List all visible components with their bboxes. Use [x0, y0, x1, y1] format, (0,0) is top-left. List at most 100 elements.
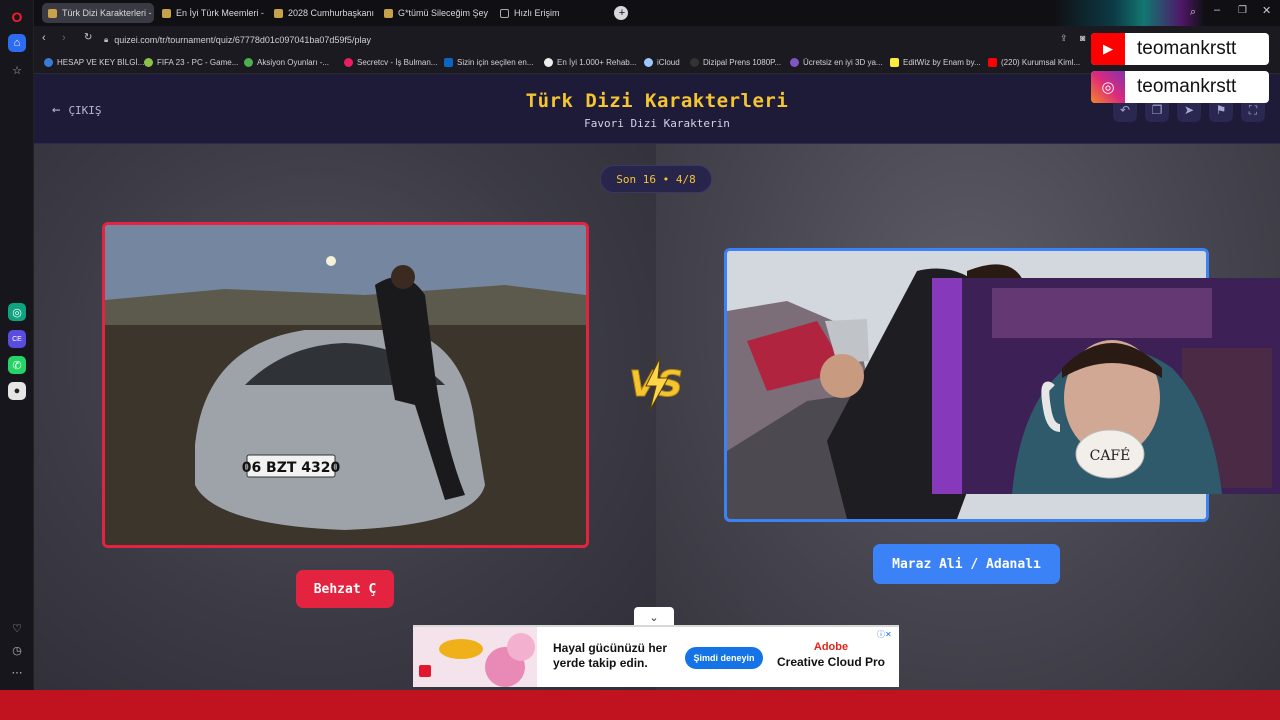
- bookmark-icon: [344, 58, 353, 67]
- bookmark-label: En İyi 1.000+ Rehab...: [557, 58, 637, 67]
- bookmark-icon: [890, 58, 899, 67]
- left-choice-card[interactable]: 06 BZT 4320: [102, 222, 589, 548]
- bookmark-icon: [544, 58, 553, 67]
- ad-headline: Hayal gücünüzü her yerde takip edin.: [553, 641, 668, 670]
- bookmark-icon: [144, 58, 153, 67]
- bookmark-icon: [44, 58, 53, 67]
- tab-label: Hızlı Erişim: [514, 8, 560, 18]
- youtube-handle: teomankrstt: [1137, 38, 1237, 59]
- reload-icon[interactable]: ↻: [84, 32, 92, 43]
- bookmark-icon: [690, 58, 699, 67]
- chatgpt-icon[interactable]: ◎: [8, 303, 26, 321]
- tab-favicon-icon: [162, 8, 171, 18]
- linkedin-icon: [444, 58, 453, 67]
- bookmark-icon: [790, 58, 799, 67]
- streamer-webcam: CAFÉ: [932, 278, 1280, 494]
- browser-sidebar: O ⌂ ☆ ◎ CE ✆ ● ♡ ◷ ⋯: [0, 0, 34, 690]
- theme-wave-decoration: [1054, 0, 1204, 26]
- bookmark-item[interactable]: Sizin için seçilen en...: [444, 58, 533, 67]
- bookmark-label: Secretcv - İş Bulman...: [357, 58, 438, 67]
- ad-banner[interactable]: Hayal gücünüzü her yerde takip edin. Şim…: [413, 625, 899, 687]
- tab-label: 2028 Cumhurbaşkanı Seç: [288, 8, 376, 18]
- webcam-overlay: CAFÉ: [932, 278, 1280, 494]
- tab-strip: Türk Dizi Karakterleri - Tier En İyi Tür…: [34, 0, 1280, 26]
- instagram-badge: ◎ teomankrstt: [1091, 71, 1269, 103]
- round-indicator: Son 16 • 4/8: [600, 165, 712, 193]
- youtube-badge: ▶ teomankrstt: [1091, 33, 1269, 65]
- bookmark-label: (220) Kurumsal Kiml...: [1001, 58, 1081, 67]
- close-icon[interactable]: ✕: [1262, 4, 1271, 17]
- bookmark-label: HESAP VE KEY BİLGİ...: [57, 58, 145, 67]
- mug-text: CAFÉ: [1090, 446, 1131, 464]
- camera-icon[interactable]: ◙: [1080, 33, 1085, 43]
- tab[interactable]: En İyi Türk Meemleri - Tier: [156, 3, 266, 23]
- bookmark-label: Sizin için seçilen en...: [457, 58, 534, 67]
- more-icon[interactable]: ⋯: [8, 663, 26, 681]
- minimize-icon[interactable]: –: [1214, 4, 1220, 16]
- tab-speed-dial[interactable]: Hızlı Erişim: [494, 3, 574, 23]
- stream-bottom-bar: [0, 690, 1280, 720]
- tab[interactable]: G*tümü Sileceğim Şeyler: [378, 3, 488, 23]
- search-icon[interactable]: ⌕: [1190, 6, 1196, 19]
- cloud-icon: [644, 58, 653, 67]
- license-plate: 06 BZT 4320: [242, 460, 341, 476]
- bookmark-item[interactable]: iCloud: [644, 58, 680, 67]
- ad-cta-button[interactable]: Şimdi deneyin: [685, 647, 763, 669]
- choose-maraz-ali-button[interactable]: Maraz Ali / Adanalı: [873, 544, 1060, 584]
- back-icon[interactable]: ‹: [42, 32, 46, 44]
- ad-product: Creative Cloud Pro: [776, 655, 886, 669]
- bookmark-label: Ücretsiz en iyi 3D ya...: [803, 58, 883, 67]
- music-icon[interactable]: ●: [8, 382, 26, 400]
- ad-info-icon[interactable]: ⓘ✕: [877, 629, 892, 640]
- tab-active[interactable]: Türk Dizi Karakterleri - Tier: [42, 3, 154, 23]
- tab[interactable]: 2028 Cumhurbaşkanı Seç: [268, 3, 376, 23]
- bookmark-item[interactable]: En İyi 1.000+ Rehab...: [544, 58, 636, 67]
- ad-image: [413, 627, 537, 687]
- instagram-icon: ◎: [1091, 71, 1125, 103]
- share-icon[interactable]: ⇪: [1060, 33, 1068, 44]
- tab-label: G*tümü Sileceğim Şeyler: [398, 8, 488, 18]
- forward-icon[interactable]: ›: [62, 32, 66, 44]
- choose-behzat-button[interactable]: Behzat Ç: [296, 570, 394, 608]
- bookmark-item[interactable]: EditWiz by Enam by...: [890, 58, 981, 67]
- new-tab-button[interactable]: +: [614, 6, 628, 20]
- tab-favicon-icon: [48, 8, 57, 18]
- opera-logo-icon[interactable]: O: [8, 8, 26, 26]
- whatsapp-icon[interactable]: ✆: [8, 356, 26, 374]
- restore-icon[interactable]: ❐: [1238, 5, 1247, 16]
- bookmark-label: FIFA 23 - PC - Game...: [157, 58, 239, 67]
- tab-favicon-icon: [274, 8, 283, 18]
- tab-label: Türk Dizi Karakterleri - Tier: [62, 8, 154, 18]
- grid-icon: [500, 8, 509, 18]
- url-text: quizei.com/tr/tournament/quiz/67778d01c0…: [114, 35, 371, 45]
- bookmark-item[interactable]: Aksiyon Oyunları -...: [244, 58, 329, 67]
- vs-badge: VS: [629, 357, 683, 411]
- bookmark-item[interactable]: Dizipal Prens 1080P...: [690, 58, 781, 67]
- adobe-logo: Adobe: [813, 641, 849, 653]
- bookmark-item[interactable]: Secretcv - İş Bulman...: [344, 58, 437, 67]
- aria-icon[interactable]: CE: [8, 330, 26, 348]
- bookmark-label: iCloud: [657, 58, 680, 67]
- bookmark-item[interactable]: FIFA 23 - PC - Game...: [144, 58, 238, 67]
- bookmark-item[interactable]: (220) Kurumsal Kiml...: [988, 58, 1080, 67]
- bookmark-icon: [244, 58, 253, 67]
- tab-favicon-icon: [384, 8, 393, 18]
- chevron-down-icon[interactable]: ⌄: [634, 607, 674, 627]
- behzat-photo: 06 BZT 4320: [105, 225, 586, 545]
- home-icon[interactable]: ⌂: [8, 34, 26, 52]
- heart-icon[interactable]: ♡: [8, 619, 26, 637]
- quiz-subtitle: Favori Dizi Karakterin: [584, 117, 730, 130]
- youtube-icon: [988, 58, 997, 67]
- bookmark-label: Dizipal Prens 1080P...: [703, 58, 782, 67]
- bookmark-label: Aksiyon Oyunları -...: [257, 58, 330, 67]
- social-overlay: ▶ teomankrstt ◎ teomankrstt: [1091, 33, 1271, 105]
- youtube-icon: ▶: [1091, 33, 1125, 65]
- star-icon[interactable]: ☆: [8, 61, 26, 79]
- tab-label: En İyi Türk Meemleri - Tier: [176, 8, 266, 18]
- history-icon[interactable]: ◷: [8, 641, 26, 659]
- bookmark-item[interactable]: HESAP VE KEY BİLGİ...: [44, 58, 144, 67]
- url-field[interactable]: 🔒︎ quizei.com/tr/tournament/quiz/67778d0…: [104, 30, 1144, 50]
- bookmark-item[interactable]: Ücretsiz en iyi 3D ya...: [790, 58, 883, 67]
- instagram-handle: teomankrstt: [1137, 76, 1237, 97]
- lock-icon: 🔒︎: [104, 35, 109, 44]
